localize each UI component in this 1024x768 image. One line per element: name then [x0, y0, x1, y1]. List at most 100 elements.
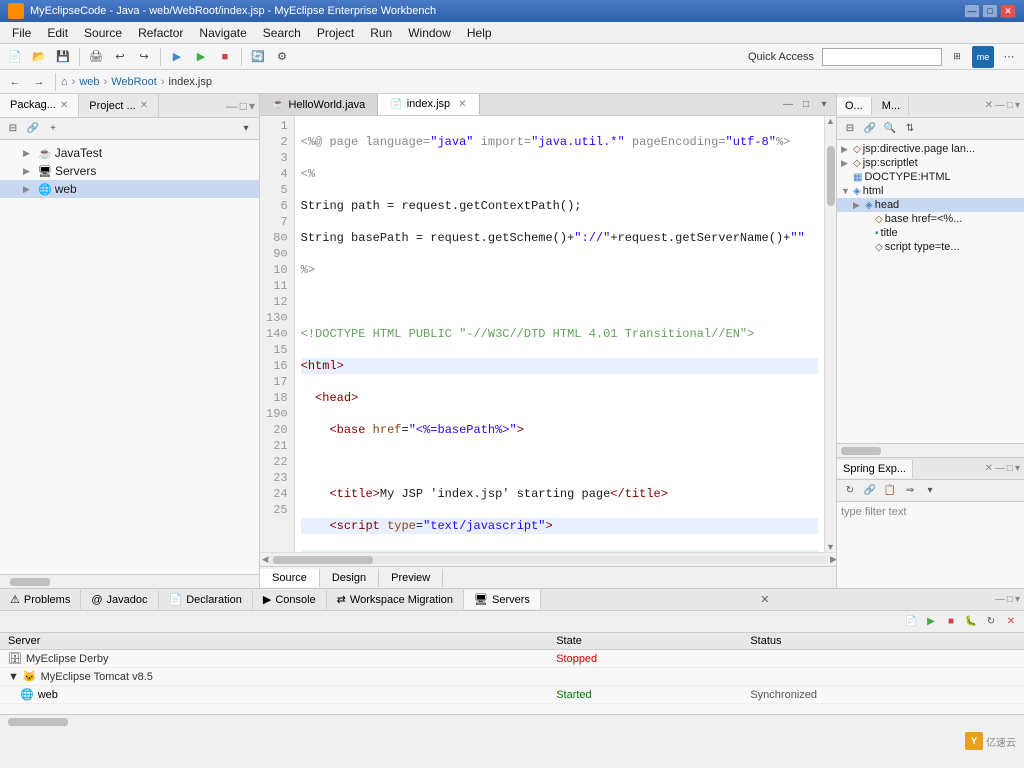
- open-button[interactable]: 📂: [28, 46, 50, 68]
- left-panel-dropdown[interactable]: ▾: [249, 99, 255, 113]
- perspective-button[interactable]: ⊞: [946, 46, 968, 68]
- outline-menu-btn[interactable]: ▾: [1015, 100, 1020, 111]
- bottom-tab-design[interactable]: Design: [320, 569, 379, 587]
- outline-scriptlet[interactable]: ▶ ◇ jsp:scriptlet: [837, 156, 1024, 170]
- editor-menu[interactable]: ▾: [816, 97, 832, 113]
- code-area[interactable]: <%@ page language="java" import="java.ut…: [295, 116, 824, 552]
- scrollbar-thumb[interactable]: [827, 146, 835, 206]
- menu-project[interactable]: Project: [309, 24, 362, 42]
- outline-filter-btn[interactable]: 🔍: [881, 120, 899, 138]
- spring-close-btn[interactable]: ✕: [985, 463, 993, 474]
- save-button[interactable]: 💾: [52, 46, 74, 68]
- left-panel-hscroll[interactable]: [0, 574, 259, 588]
- tree-item-web[interactable]: ▶ 🌐 web: [0, 180, 259, 198]
- menu-source[interactable]: Source: [76, 24, 130, 42]
- outline-close-btn[interactable]: ✕: [985, 100, 993, 111]
- tab-declaration[interactable]: 📄 Declaration: [159, 590, 253, 609]
- editor-minimize[interactable]: —: [780, 97, 796, 113]
- link-editor-button[interactable]: 🔗: [24, 120, 42, 138]
- debug-button[interactable]: ▶: [166, 46, 188, 68]
- run-button[interactable]: ▶: [190, 46, 212, 68]
- servers-restart-btn[interactable]: ↻: [982, 613, 1000, 631]
- servers-debug-btn[interactable]: 🐛: [962, 613, 980, 631]
- bottom-max-btn[interactable]: □: [1007, 594, 1013, 605]
- spring-btn5[interactable]: ▾: [921, 482, 939, 500]
- menu-edit[interactable]: Edit: [39, 24, 76, 42]
- minimize-button[interactable]: —: [964, 4, 980, 18]
- menu-window[interactable]: Window: [400, 24, 459, 42]
- servers-remove-btn[interactable]: ✕: [1002, 613, 1020, 631]
- expand-head[interactable]: ▶: [853, 200, 863, 211]
- back-button[interactable]: ←: [4, 71, 26, 93]
- servers-stop-btn[interactable]: ■: [942, 613, 960, 631]
- spring-min-btn[interactable]: —: [995, 463, 1005, 474]
- spring-max-btn[interactable]: □: [1007, 463, 1013, 474]
- print-button[interactable]: 🖨: [85, 46, 107, 68]
- project-navigator-close[interactable]: ✕: [140, 100, 148, 111]
- breadcrumb-webroot[interactable]: WebRoot: [111, 76, 157, 88]
- tab-workspace-migration[interactable]: ⇄ Workspace Migration: [327, 590, 464, 609]
- bottom-panel-close[interactable]: ✕: [760, 593, 775, 606]
- outline-head[interactable]: ▶ ◈ head: [837, 198, 1024, 212]
- hscroll-left[interactable]: ◀: [260, 554, 266, 565]
- spring-menu-btn[interactable]: ▾: [1015, 463, 1020, 474]
- breadcrumb-web[interactable]: web: [79, 76, 99, 88]
- menu-run[interactable]: Run: [362, 24, 400, 42]
- tab-package-explorer[interactable]: Packag... ✕: [0, 94, 79, 117]
- tab-javadoc[interactable]: @ Javadoc: [81, 591, 158, 609]
- me-button[interactable]: me: [972, 46, 994, 68]
- bottom-tab-preview[interactable]: Preview: [379, 569, 443, 587]
- tab-servers[interactable]: 🖥 Servers: [464, 590, 541, 609]
- expand-javatest[interactable]: ▶: [23, 148, 35, 159]
- expand-web[interactable]: ▶: [23, 184, 35, 195]
- more-button[interactable]: ⋯: [998, 46, 1020, 68]
- left-panel-maximize[interactable]: □: [240, 99, 247, 113]
- outline-doctype[interactable]: ▶ ▦ DOCTYPE:HTML: [837, 170, 1024, 184]
- breadcrumb-home[interactable]: ⌂: [61, 76, 68, 88]
- settings-button[interactable]: ⚙: [271, 46, 293, 68]
- bottom-menu-btn[interactable]: ▾: [1015, 594, 1020, 605]
- menu-refactor[interactable]: Refactor: [130, 24, 191, 42]
- expand-directive[interactable]: ▶: [841, 144, 851, 155]
- collapse-all-button[interactable]: ⊟: [4, 120, 22, 138]
- outline-sync-btn[interactable]: 🔗: [861, 120, 879, 138]
- expand-servers[interactable]: ▶: [23, 166, 35, 177]
- forward-button[interactable]: →: [28, 71, 50, 93]
- new-item-button[interactable]: +: [44, 120, 62, 138]
- tree-item-servers[interactable]: ▶ 🖥 Servers: [0, 162, 259, 180]
- editor-maximize[interactable]: □: [798, 97, 814, 113]
- editor-scrollbar[interactable]: ▲ ▼: [824, 116, 836, 552]
- maximize-button[interactable]: □: [982, 4, 998, 18]
- close-button[interactable]: ✕: [1000, 4, 1016, 18]
- tomcat-expand[interactable]: ▼: [8, 671, 19, 683]
- outline-base[interactable]: ▶ ◇ base href=<%...: [837, 212, 1024, 226]
- outline-max-btn[interactable]: □: [1007, 100, 1013, 111]
- server-row-web[interactable]: 🌐 web Started Synchronized: [0, 686, 1024, 704]
- outline-tab-o[interactable]: O...: [837, 97, 872, 115]
- stop-button[interactable]: ■: [214, 46, 236, 68]
- server-row-derby[interactable]: 🗄 MyEclipse Derby Stopped: [0, 650, 1024, 668]
- spring-btn1[interactable]: ↻: [841, 482, 859, 500]
- bottom-hscroll[interactable]: [0, 714, 1024, 728]
- spring-btn2[interactable]: 🔗: [861, 482, 879, 500]
- menu-search[interactable]: Search: [255, 24, 309, 42]
- outline-hscroll[interactable]: [837, 443, 1024, 457]
- hscroll-track[interactable]: [268, 556, 828, 564]
- outline-html[interactable]: ▼ ◈ html: [837, 184, 1024, 198]
- package-explorer-close[interactable]: ✕: [60, 100, 68, 111]
- server-row-tomcat[interactable]: ▼ 🐱 MyEclipse Tomcat v8.5: [0, 668, 1024, 686]
- refresh-button[interactable]: 🔄: [247, 46, 269, 68]
- editor-hscroll[interactable]: ◀ ▶: [260, 552, 836, 566]
- tree-item-javatest[interactable]: ▶ ☕ JavaTest: [0, 144, 259, 162]
- spring-tab-explorer[interactable]: Spring Exp...: [837, 460, 913, 478]
- bottom-tab-source[interactable]: Source: [260, 569, 320, 587]
- spring-btn4[interactable]: ⇒: [901, 482, 919, 500]
- outline-directive[interactable]: ▶ ◇ jsp:directive.page lan...: [837, 142, 1024, 156]
- quick-access-input[interactable]: [822, 48, 942, 66]
- tab-problems[interactable]: ⚠ Problems: [0, 590, 81, 609]
- undo-button[interactable]: ↩: [109, 46, 131, 68]
- expand-html[interactable]: ▼: [841, 186, 851, 196]
- scroll-up-btn[interactable]: ▲: [826, 116, 836, 126]
- outline-min-btn[interactable]: —: [995, 100, 1005, 111]
- redo-button[interactable]: ↪: [133, 46, 155, 68]
